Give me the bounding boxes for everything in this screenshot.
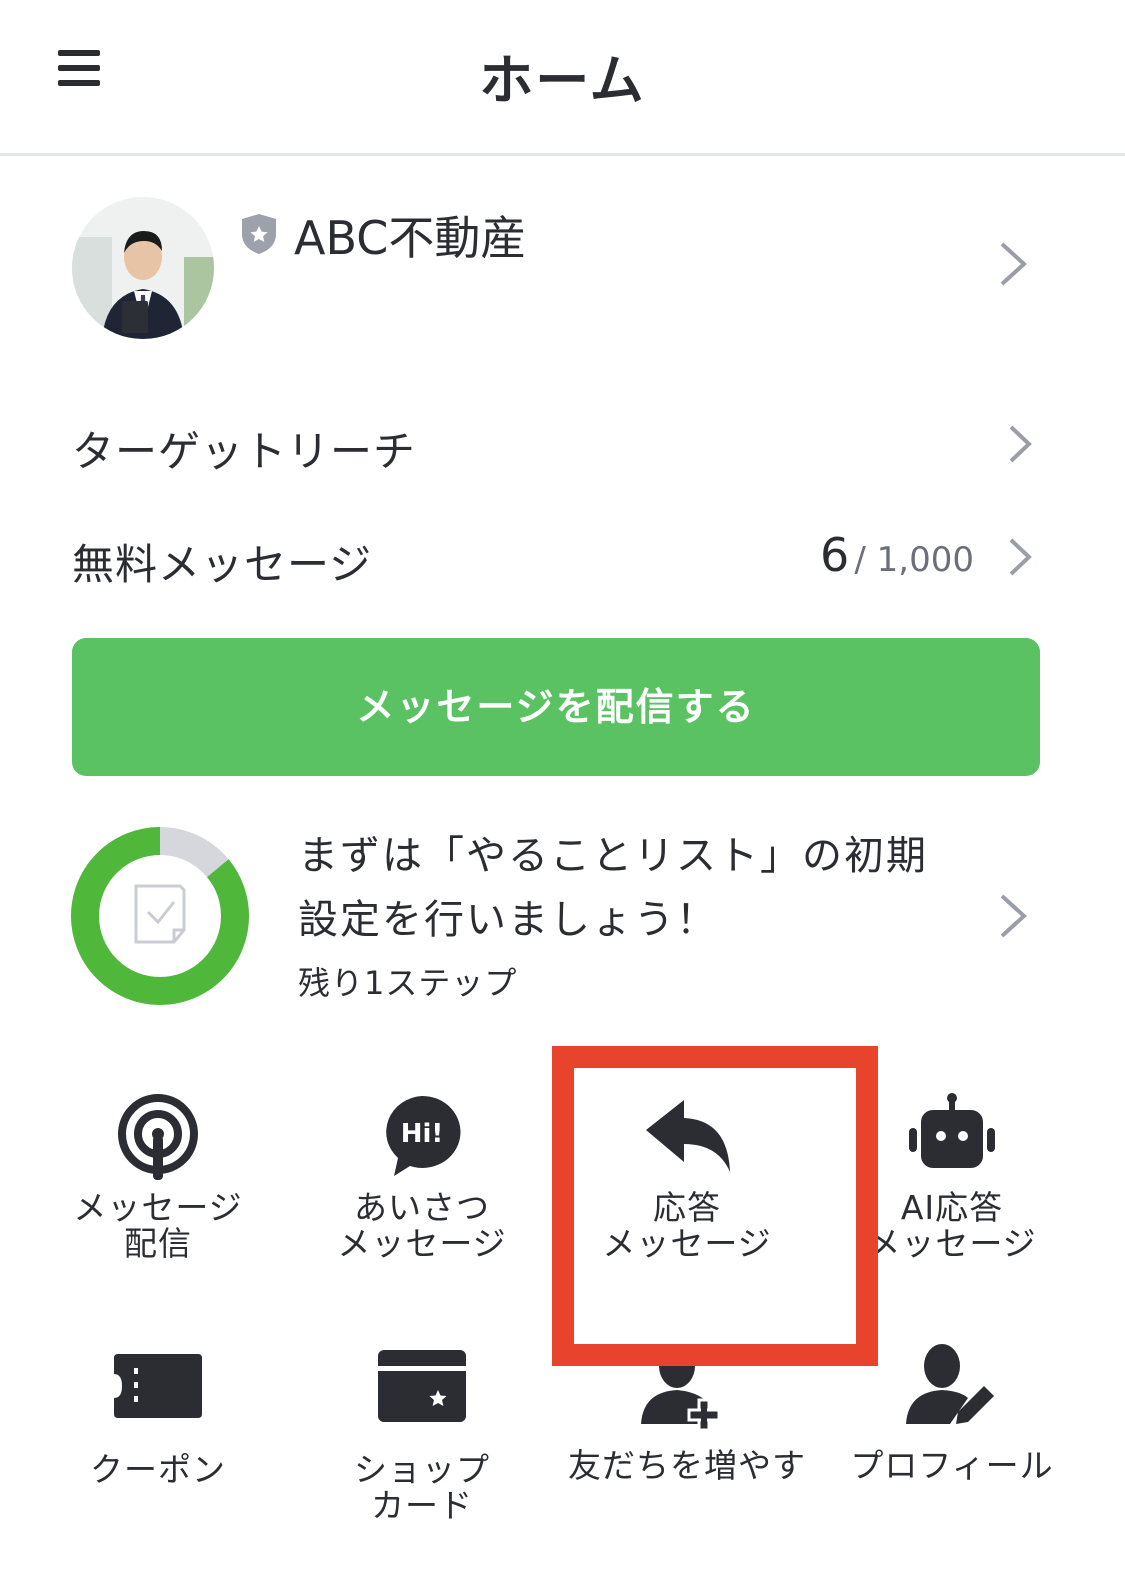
hi-greeting-icon: Hi!: [386, 1095, 461, 1176]
highlight-frame: [552, 1046, 878, 1366]
progress-ring: [71, 827, 249, 1005]
free-messages-count: 6 / 1,000: [820, 528, 974, 582]
chevron-right-icon[interactable]: [998, 240, 1027, 286]
todo-title-line1[interactable]: まずは「やることリスト」の初期: [298, 824, 928, 888]
todo-title-line2[interactable]: 設定を行いましょう！: [298, 888, 718, 952]
tile-coupon[interactable]: クーポン: [26, 1346, 290, 1488]
page-title: ホーム: [479, 49, 646, 112]
tile-label: ショップ カード: [354, 1450, 490, 1525]
send-message-button[interactable]: メッセージを配信する: [72, 638, 1040, 776]
checklist-icon: [134, 884, 186, 944]
messages-used: 6: [820, 528, 850, 582]
target-reach-label[interactable]: ターゲットリーチ: [72, 418, 416, 479]
chevron-right-icon[interactable]: [998, 892, 1027, 938]
robot-icon: [909, 1093, 995, 1168]
verified-shield-icon: [240, 212, 278, 256]
account-name[interactable]: ABC不動産: [294, 202, 526, 268]
tile-greeting-message[interactable]: Hi! あいさつ メッセージ: [290, 1092, 554, 1262]
coupon-icon: [114, 1354, 202, 1418]
todo-remaining-steps: 残り1ステップ: [298, 964, 518, 1002]
tile-message-broadcast[interactable]: メッセージ 配信: [26, 1092, 290, 1262]
tile-label: あいさつ メッセージ: [337, 1188, 507, 1263]
shop-card-icon: [378, 1350, 466, 1422]
messages-limit: / 1,000: [854, 540, 974, 580]
tile-label: プロフィール: [850, 1446, 1054, 1485]
chevron-right-icon[interactable]: [1008, 537, 1034, 581]
account-avatar[interactable]: [72, 197, 214, 339]
broadcast-icon: [118, 1094, 198, 1180]
tile-shop-card[interactable]: ショップ カード: [290, 1346, 554, 1524]
svg-text:Hi!: Hi!: [401, 1119, 444, 1149]
free-messages-label[interactable]: 無料メッセージ: [72, 531, 372, 592]
tile-label: メッセージ 配信: [73, 1188, 243, 1263]
todo-progress-ring[interactable]: [70, 826, 250, 1006]
tile-label: クーポン: [90, 1450, 226, 1489]
profile-edit-icon: [906, 1344, 994, 1424]
tile-label: 友だちを増やす: [568, 1446, 806, 1485]
chevron-right-icon[interactable]: [1008, 424, 1034, 468]
